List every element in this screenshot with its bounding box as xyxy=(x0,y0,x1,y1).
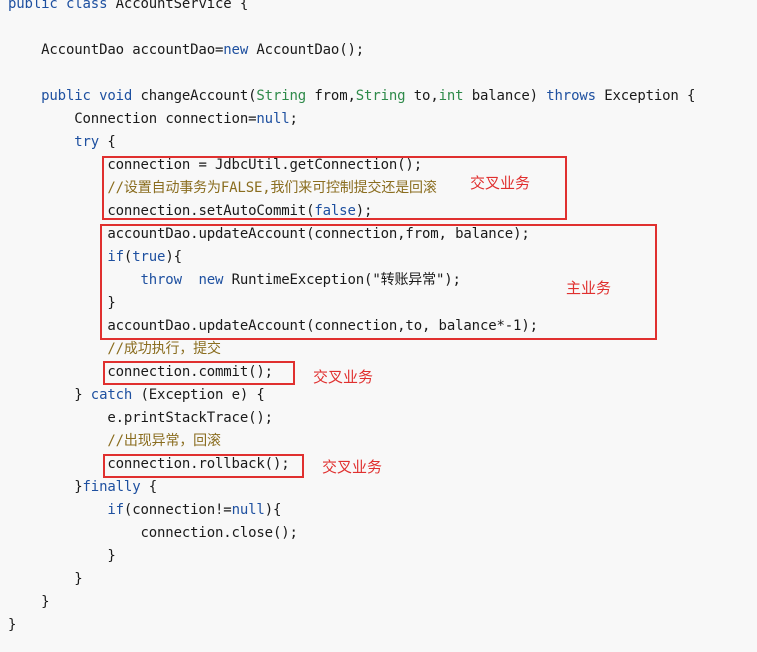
annotation-main-business: 主业务 xyxy=(566,279,612,297)
code-line: Connection connection=null; xyxy=(74,111,298,127)
code-line: connection.close(); xyxy=(140,525,298,541)
code-line: e.printStackTrace(); xyxy=(107,410,273,426)
code-line: } xyxy=(8,617,17,633)
annotation-cross-business-3: 交叉业务 xyxy=(322,458,383,476)
highlight-box-rollback xyxy=(103,454,304,478)
code-line: //成功执行，提交 xyxy=(107,341,221,357)
annotation-cross-business-1: 交叉业务 xyxy=(470,174,531,192)
code-line: public class AccountService { xyxy=(8,0,249,12)
code-line: } xyxy=(41,594,50,610)
code-line: if(connection!=null){ xyxy=(107,502,282,518)
highlight-box-commit xyxy=(103,361,295,385)
code-line: //出现异常，回滚 xyxy=(107,433,221,449)
code-line: public void changeAccount(String from,St… xyxy=(41,88,696,104)
annotation-cross-business-2: 交叉业务 xyxy=(313,368,374,386)
code-line: } xyxy=(107,548,116,564)
code-line: }finally { xyxy=(74,479,158,495)
code-line: AccountDao accountDao=new AccountDao(); xyxy=(41,42,365,58)
code-line: } xyxy=(74,571,83,587)
code-line: try { xyxy=(74,134,116,150)
code-line: } catch (Exception e) { xyxy=(74,387,265,403)
